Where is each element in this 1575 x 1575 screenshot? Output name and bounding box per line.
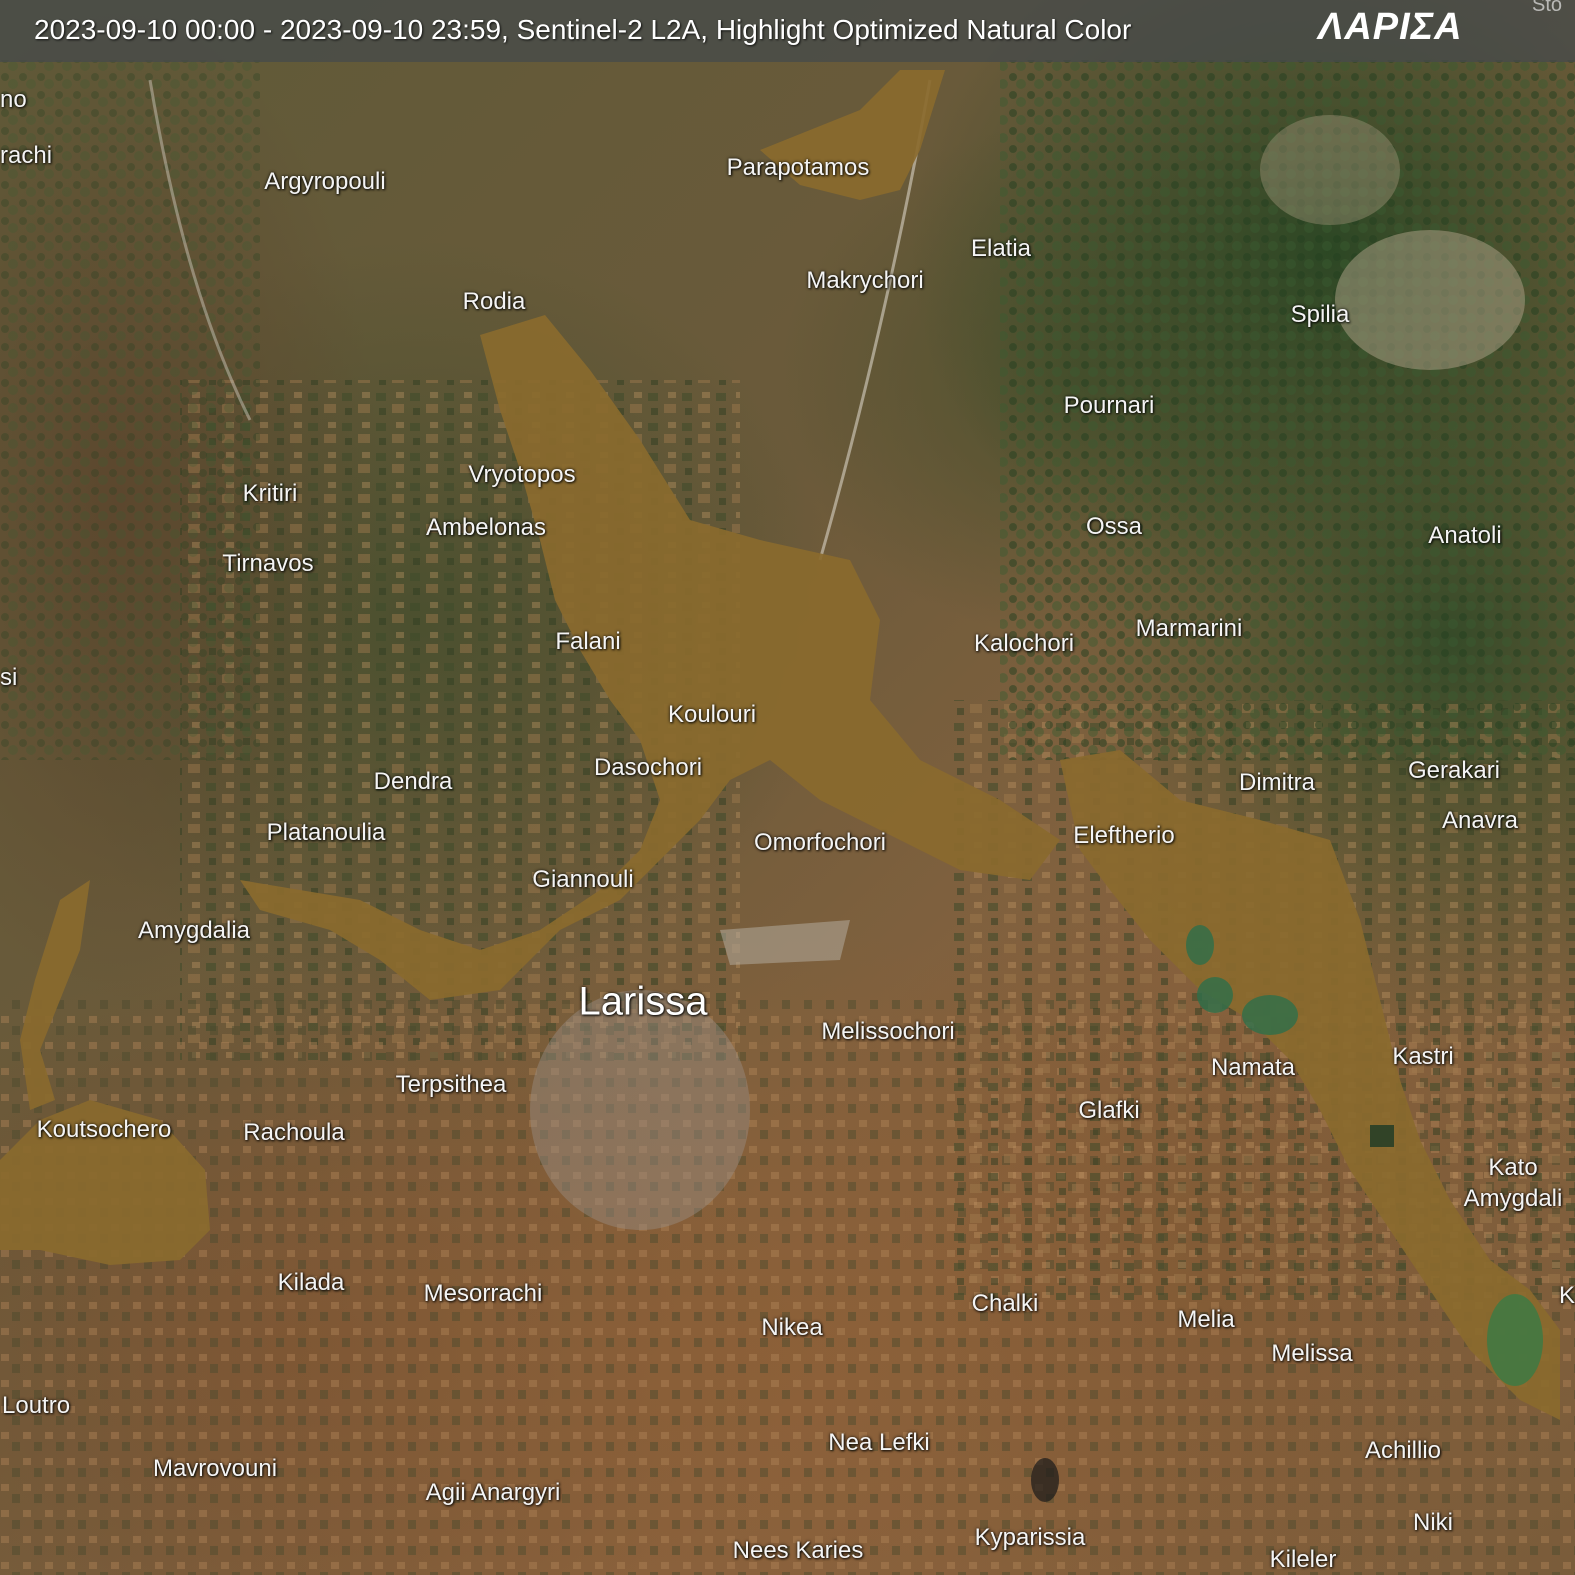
place-label: Pournari — [1063, 392, 1155, 419]
place-label: Anavra — [1441, 807, 1519, 834]
place-label: Kyparissia — [974, 1524, 1086, 1551]
place-label: Kalochori — [973, 630, 1075, 657]
place-label: Mavrovouni — [152, 1455, 278, 1482]
place-label: Namata — [1210, 1054, 1296, 1081]
place-label: Omorfochori — [753, 829, 887, 856]
place-label: Elatia — [970, 235, 1032, 262]
place-label: K — [1558, 1282, 1575, 1309]
place-label: Tirnavos — [222, 550, 314, 577]
place-label: Anatoli — [1428, 522, 1502, 549]
place-label: Chalki — [971, 1290, 1039, 1317]
place-label: Melia — [1177, 1306, 1235, 1333]
place-label: Koulouri — [667, 701, 757, 728]
place-label: Marmarini — [1135, 615, 1243, 642]
place-label: Kileler — [1269, 1546, 1337, 1573]
place-label: Dendra — [373, 768, 453, 795]
place-label: no — [0, 86, 27, 113]
place-label: Giannouli — [532, 866, 634, 893]
place-label: Platanoulia — [266, 819, 386, 846]
place-label: Melissochori — [821, 1018, 955, 1045]
place-label: Vryotopos — [468, 461, 576, 488]
place-label: Amygdalia — [137, 917, 251, 944]
place-label: si — [0, 664, 18, 691]
place-label: Rachoula — [243, 1119, 345, 1146]
place-label: Melissa — [1271, 1340, 1353, 1367]
place-label: Kato — [1488, 1154, 1538, 1181]
place-label: Loutro — [2, 1392, 71, 1419]
place-label: Argyropouli — [264, 168, 386, 195]
place-label: Falani — [555, 628, 621, 655]
major-city-label: Larissa — [578, 979, 708, 1024]
place-label: Dimitra — [1239, 769, 1315, 796]
flood-channel-west — [20, 880, 90, 1110]
flood-area-east — [1060, 750, 1560, 1420]
imagery-caption: 2023-09-10 00:00 - 2023-09-10 23:59, Sen… — [34, 14, 1132, 45]
header-bar: 2023-09-10 00:00 - 2023-09-10 23:59, Sen… — [0, 0, 1575, 62]
place-label: Achillio — [1364, 1437, 1442, 1464]
corner-text: Sto — [1532, 0, 1563, 16]
place-label: Gerakari — [1407, 757, 1501, 784]
place-label: Agii Anargyri — [425, 1479, 561, 1506]
place-label: Kritiri — [242, 480, 298, 507]
place-label: Glafki — [1078, 1097, 1140, 1124]
place-label: Amygdali — [1463, 1185, 1563, 1212]
region-title: ΛΑΡΙΣΑ — [1318, 6, 1463, 48]
place-label: Makrychori — [806, 267, 924, 294]
place-label: Dasochori — [593, 754, 703, 781]
place-label: Kastri — [1392, 1043, 1454, 1070]
place-label: Ambelonas — [425, 514, 547, 541]
place-label: Nikea — [761, 1314, 823, 1341]
place-label: Nees Karies — [732, 1537, 864, 1564]
place-label: Rodia — [462, 288, 526, 315]
place-label: Niki — [1413, 1509, 1453, 1536]
place-label: Ossa — [1085, 513, 1143, 540]
place-label: Eleftherio — [1073, 822, 1175, 849]
place-label: Mesorrachi — [423, 1280, 543, 1307]
satellite-map[interactable]: no rachi Argyropouli Parapotamos Elatia … — [0, 0, 1575, 1575]
place-label: Spilia — [1290, 301, 1350, 328]
place-label: rachi — [0, 142, 53, 169]
place-label: Koutsochero — [36, 1116, 172, 1143]
place-label: Nea Lefki — [828, 1429, 930, 1456]
place-label: Parapotamos — [726, 154, 870, 181]
place-label: Kilada — [277, 1269, 345, 1296]
flood-area-pinios-upper — [240, 315, 1060, 1000]
place-label: Terpsithea — [395, 1071, 507, 1098]
